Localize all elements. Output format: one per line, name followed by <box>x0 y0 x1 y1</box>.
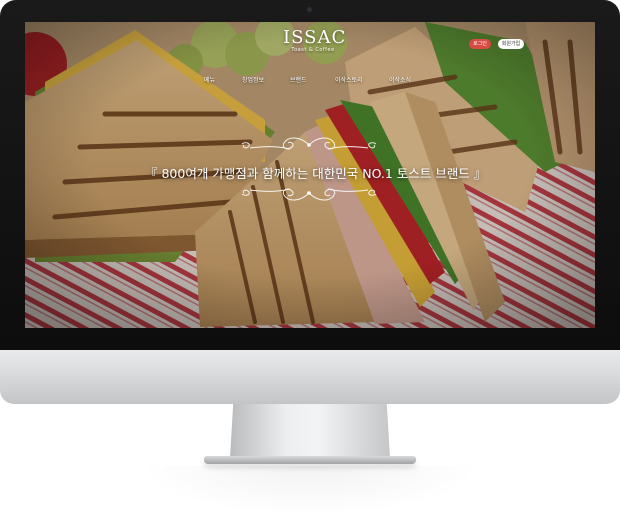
nav-item-story[interactable]: 이삭스토리 <box>335 75 363 84</box>
monitor-chin <box>0 350 620 404</box>
stand-reflection <box>140 466 480 516</box>
ornament-top <box>241 137 377 150</box>
login-button[interactable]: 로그인 <box>469 39 491 49</box>
hero-headline: 『 800여개 가맹점과 함께하는 대한민국 NO.1 토스트 브랜드 』 <box>145 166 487 181</box>
monitor-stand-base <box>204 456 416 464</box>
nav-item-menu[interactable]: 메뉴 <box>204 75 215 84</box>
camera-icon <box>306 6 313 13</box>
nav-item-franchise[interactable]: 창업정보 <box>242 75 264 84</box>
join-button[interactable]: 회원가입 <box>498 39 524 49</box>
logo-tagline: Toast & Coffee <box>291 47 335 53</box>
issac-logo[interactable]: ISSAC Toast & Coffee <box>283 27 347 54</box>
logo-wordmark: ISSAC <box>283 27 347 48</box>
nav-item-news[interactable]: 이삭소식 <box>389 75 411 84</box>
website-screen: ISSAC Toast & Coffee 로그인 회원가입 메뉴 창업정보 브랜… <box>25 22 595 328</box>
monitor-stand-neck <box>230 404 390 458</box>
nav-item-brand[interactable]: 브랜드 <box>290 75 307 84</box>
ornament-bottom <box>241 188 377 201</box>
